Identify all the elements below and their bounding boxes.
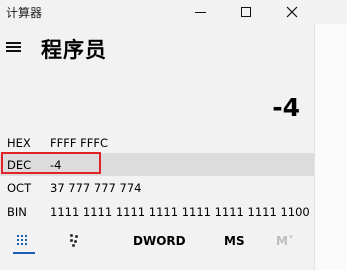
- minimize-icon: [194, 11, 206, 13]
- radix-value: FFFF FFFC: [50, 135, 108, 150]
- mode-title: 程序员: [41, 38, 107, 62]
- annotation-highlight-box: [1, 152, 101, 174]
- result-display: -4: [272, 93, 300, 122]
- radix-row-oct[interactable]: OCT 37 777 777 774: [0, 176, 314, 199]
- radix-value: 1111 1111 1111 1111 1111 1111 1111 1100: [50, 204, 310, 219]
- maximize-icon: [241, 7, 251, 17]
- active-tab-indicator: [13, 252, 35, 254]
- close-button[interactable]: [269, 0, 315, 24]
- memory-view-button[interactable]: M˅: [276, 234, 294, 248]
- window-title: 计算器: [6, 6, 43, 20]
- bottom-toolbar: DWORD MS M˅: [0, 228, 314, 256]
- maximize-button[interactable]: [223, 0, 269, 24]
- radix-label: HEX: [7, 135, 31, 150]
- memory-store-button[interactable]: MS: [224, 234, 245, 248]
- full-keypad-icon[interactable]: [17, 235, 29, 247]
- radix-label: BIN: [7, 204, 27, 219]
- word-size-button[interactable]: DWORD: [133, 234, 186, 248]
- minimize-button[interactable]: [177, 0, 223, 24]
- close-icon: [286, 6, 298, 18]
- title-bar: 计算器: [0, 0, 347, 24]
- memory-panel: [314, 24, 347, 270]
- radix-row-bin[interactable]: BIN 1111 1111 1111 1111 1111 1111 1111 1…: [0, 200, 314, 223]
- radix-label: OCT: [7, 180, 32, 195]
- radix-value: 37 777 777 774: [50, 180, 142, 195]
- bit-toggle-keypad-icon[interactable]: [69, 234, 81, 248]
- hamburger-menu-button[interactable]: [6, 40, 22, 54]
- radix-row-hex[interactable]: HEX FFFF FFFC: [0, 131, 314, 154]
